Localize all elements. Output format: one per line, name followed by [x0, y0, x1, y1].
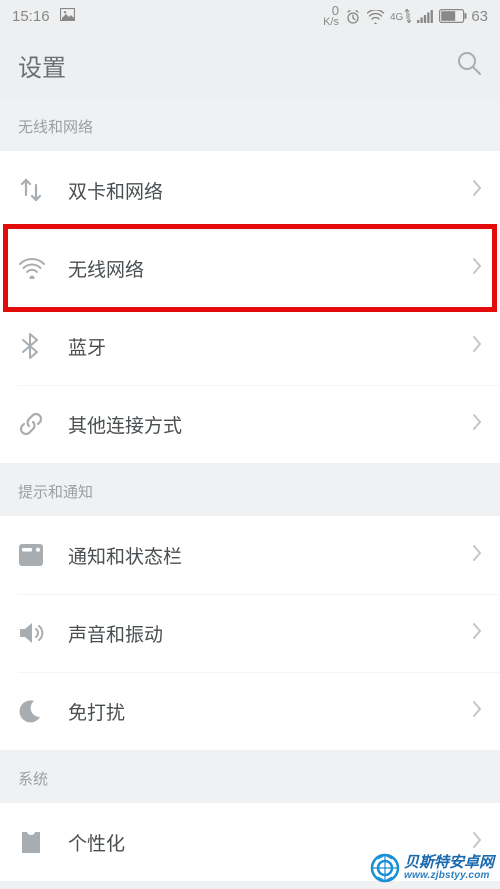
item-bluetooth[interactable]: 蓝牙 — [0, 307, 500, 385]
wifi-icon — [18, 257, 58, 279]
wifi-icon — [367, 8, 384, 25]
item-personalization[interactable]: 个性化 — [0, 803, 500, 881]
item-do-not-disturb[interactable]: 免打扰 — [0, 672, 500, 750]
chevron-right-icon — [472, 179, 482, 202]
network-gen: 4G — [390, 13, 403, 23]
list-system: 个性化 — [0, 803, 500, 881]
page-title: 设置 — [18, 48, 66, 83]
item-other-connections[interactable]: 其他连接方式 — [0, 385, 500, 463]
item-sound-vibration[interactable]: 声音和振动 — [0, 594, 500, 672]
speaker-icon — [18, 621, 58, 645]
shirt-icon — [18, 829, 58, 855]
chevron-right-icon — [472, 700, 482, 723]
chevron-right-icon — [472, 544, 482, 567]
chevron-right-icon — [472, 413, 482, 436]
signal-icon — [417, 8, 433, 25]
battery-percent: 63 — [471, 8, 488, 25]
statusbar-icon — [18, 543, 58, 567]
item-label: 个性化 — [58, 829, 472, 856]
network-speed: 0 K/s — [323, 4, 339, 28]
status-bar: 15:16 0 K/s 4G 63 — [0, 0, 500, 32]
bluetooth-icon — [18, 332, 58, 360]
search-icon[interactable] — [456, 50, 482, 81]
chevron-right-icon — [472, 335, 482, 358]
alarm-icon — [345, 7, 361, 24]
chevron-right-icon — [472, 257, 482, 280]
mobile-data-icon: 4G — [390, 9, 411, 23]
list-wireless: 双卡和网络 无线网络 蓝牙 其他连接方式 — [0, 151, 500, 463]
sim-swap-icon — [18, 177, 58, 203]
moon-icon — [18, 699, 58, 723]
screenshot-saved-icon — [60, 8, 75, 25]
item-label: 蓝牙 — [58, 333, 472, 360]
item-label: 免打扰 — [58, 698, 472, 725]
link-icon — [18, 411, 58, 437]
section-header-notifications: 提示和通知 — [0, 463, 500, 516]
item-label: 其他连接方式 — [58, 411, 472, 438]
item-notifications-statusbar[interactable]: 通知和状态栏 — [0, 516, 500, 594]
status-right: 0 K/s 4G 63 — [323, 4, 488, 28]
item-label: 通知和状态栏 — [58, 542, 472, 569]
section-header-system: 系统 — [0, 750, 500, 803]
item-label: 声音和振动 — [58, 620, 472, 647]
list-notifications: 通知和状态栏 声音和振动 免打扰 — [0, 516, 500, 750]
item-label: 双卡和网络 — [58, 177, 472, 204]
battery-indicator: 63 — [439, 8, 488, 25]
item-label: 无线网络 — [58, 255, 472, 282]
chevron-right-icon — [472, 831, 482, 854]
item-sim-and-network[interactable]: 双卡和网络 — [0, 151, 500, 229]
chevron-right-icon — [472, 622, 482, 645]
speed-unit: K/s — [323, 17, 339, 28]
section-header-wireless: 无线和网络 — [0, 98, 500, 151]
page-header: 设置 — [0, 32, 500, 98]
status-left: 15:16 — [12, 8, 75, 25]
item-wifi[interactable]: 无线网络 — [0, 229, 500, 307]
status-time: 15:16 — [12, 8, 50, 25]
